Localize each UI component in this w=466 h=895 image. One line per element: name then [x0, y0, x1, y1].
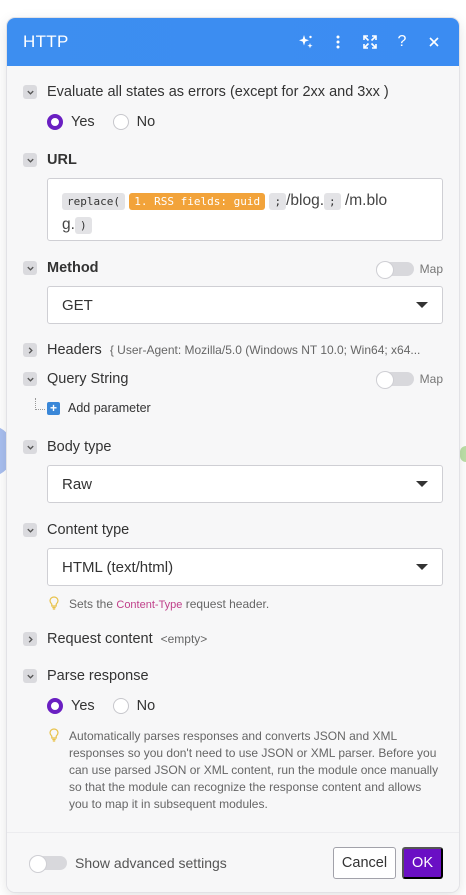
content-type-select-value: HTML (text/html) [62, 558, 174, 576]
url-text: /blog. [286, 192, 324, 209]
parse-response-hint-text: Automatically parses responses and conve… [69, 729, 439, 811]
header-actions: ? [297, 33, 443, 51]
method-select[interactable]: GET [47, 286, 443, 324]
tree-connector [35, 398, 45, 410]
headers-summary: { User-Agent: Mozilla/5.0 (Windows NT 10… [109, 343, 421, 357]
lightbulb-icon [49, 728, 59, 742]
body-type-select[interactable]: Raw [47, 465, 443, 503]
add-parameter-label[interactable]: Add parameter [68, 401, 151, 415]
hint-suffix: request header. [185, 597, 270, 611]
cancel-button[interactable]: Cancel [332, 846, 397, 879]
chevron-down-icon[interactable] [23, 153, 37, 167]
parse-yes-label: Yes [71, 698, 95, 714]
url-row[interactable]: URL [23, 152, 443, 168]
ok-button[interactable]: OK [402, 846, 443, 879]
headers-row[interactable]: Headers { User-Agent: Mozilla/5.0 (Windo… [23, 342, 443, 358]
body-type-label: Body type [47, 439, 112, 455]
url-input[interactable]: replace( 1. RSS fields: guid ;/blog.; /m… [47, 178, 443, 241]
map-toggle-switch[interactable] [375, 261, 414, 279]
request-content-label: Request content [47, 631, 153, 647]
chevron-down-icon[interactable] [23, 523, 37, 537]
content-type-code: Content-Type [116, 599, 183, 611]
map-toggle-switch[interactable] [375, 371, 414, 389]
parse-no-radio[interactable]: No [112, 698, 156, 714]
body-type-select-value: Raw [62, 475, 93, 493]
content-type-select[interactable]: HTML (text/html) [47, 548, 443, 586]
radio-selected-icon [47, 114, 63, 130]
method-label: Method [47, 260, 99, 276]
parse-response-radio: Yes No [47, 698, 155, 714]
radio-unselected-icon [112, 114, 129, 130]
sparkle-icon[interactable] [297, 33, 315, 51]
expand-icon[interactable] [361, 33, 379, 51]
evaluate-no-radio[interactable]: No [112, 114, 156, 130]
advanced-settings-toggle[interactable] [29, 854, 67, 873]
content-type-hint-text: Sets the Content-Type request header. [69, 596, 269, 614]
chevron-down-icon[interactable] [23, 372, 37, 386]
content-type-hint: Sets the Content-Type request header. [49, 596, 441, 614]
help-icon[interactable]: ? [393, 33, 411, 51]
close-icon[interactable] [425, 33, 443, 51]
evaluate-no-label: No [136, 114, 156, 130]
hint-prefix: Sets the [69, 597, 114, 611]
chevron-right-icon[interactable] [23, 343, 37, 357]
chevron-down-icon[interactable] [23, 669, 37, 683]
dropdown-caret-icon [416, 481, 428, 487]
advanced-settings-label[interactable]: Show advanced settings [75, 855, 333, 871]
content-type-row[interactable]: Content type [23, 522, 443, 538]
parse-no-label: No [136, 698, 156, 714]
dialog-body: Evaluate all states as errors (except fo… [7, 66, 459, 832]
separator-pill[interactable]: ; [269, 192, 287, 210]
evaluate-errors-radio: Yes No [47, 114, 155, 130]
request-content-row[interactable]: Request content <empty> [23, 631, 443, 647]
query-string-map-toggle[interactable]: Map [375, 371, 443, 389]
radio-unselected-icon [112, 698, 129, 714]
dialog-header: HTTP ? [7, 18, 459, 66]
parse-yes-radio[interactable]: Yes [47, 698, 95, 714]
map-toggle-label: Map [419, 262, 443, 276]
evaluate-errors-label: Evaluate all states as errors (except fo… [47, 84, 389, 100]
add-icon[interactable]: + [47, 401, 60, 415]
headers-label: Headers [47, 342, 102, 358]
http-module-dialog: HTTP ? Evaluate all states as errors (ex… [7, 18, 459, 892]
chevron-down-icon[interactable] [23, 440, 37, 454]
more-vertical-icon[interactable] [329, 33, 347, 51]
content-type-label: Content type [47, 522, 130, 538]
request-content-summary: <empty> [160, 632, 208, 646]
url-label: URL [47, 152, 77, 168]
parse-response-hint: Automatically parses responses and conve… [49, 728, 441, 813]
method-select-value: GET [62, 296, 93, 314]
evaluate-yes-radio[interactable]: Yes [47, 114, 95, 130]
add-parameter-row[interactable]: + Add parameter [35, 398, 151, 415]
separator-pill[interactable]: ; [324, 192, 341, 210]
chevron-right-icon[interactable] [23, 632, 37, 646]
parse-response-label: Parse response [47, 668, 149, 684]
query-string-label: Query String [47, 371, 129, 387]
chevron-down-icon[interactable] [23, 261, 37, 275]
radio-selected-icon [47, 698, 63, 714]
parse-response-row[interactable]: Parse response [23, 668, 443, 684]
dropdown-caret-icon [416, 302, 428, 308]
dialog-footer: Show advanced settings Cancel OK [7, 832, 459, 892]
canvas-connector-dot [460, 446, 466, 462]
variable-pill[interactable]: 1. RSS fields: guid [129, 192, 266, 210]
dropdown-caret-icon [416, 564, 428, 570]
function-close-pill[interactable]: ) [74, 216, 92, 234]
function-pill[interactable]: replace( [62, 192, 125, 210]
dialog-title: HTTP [23, 32, 69, 51]
body-type-row[interactable]: Body type [23, 439, 443, 455]
evaluate-errors-row[interactable]: Evaluate all states as errors (except fo… [23, 84, 443, 100]
map-toggle-label: Map [419, 372, 443, 386]
url-text: /m.blo [344, 192, 388, 209]
lightbulb-icon [49, 596, 59, 610]
method-map-toggle[interactable]: Map [375, 261, 443, 279]
evaluate-yes-label: Yes [71, 114, 95, 130]
chevron-down-icon[interactable] [23, 85, 37, 99]
url-text: g. [62, 216, 75, 234]
